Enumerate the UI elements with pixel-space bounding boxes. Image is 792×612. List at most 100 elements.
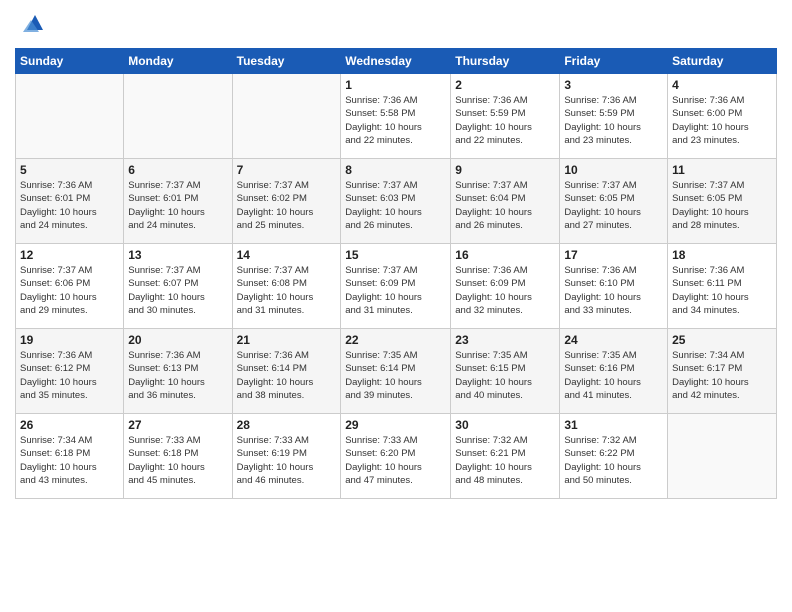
day-info: Sunrise: 7:35 AM Sunset: 6:14 PM Dayligh…: [345, 349, 446, 402]
day-info: Sunrise: 7:35 AM Sunset: 6:16 PM Dayligh…: [564, 349, 663, 402]
calendar-cell: 24 Sunrise: 7:35 AM Sunset: 6:16 PM Dayli…: [560, 329, 668, 414]
day-number: 31: [564, 418, 663, 432]
calendar-cell: [124, 74, 232, 159]
day-number: 30: [455, 418, 555, 432]
day-info: Sunrise: 7:37 AM Sunset: 6:06 PM Dayligh…: [20, 264, 119, 317]
weekday-header: Tuesday: [232, 49, 341, 74]
day-info: Sunrise: 7:36 AM Sunset: 6:09 PM Dayligh…: [455, 264, 555, 317]
day-info: Sunrise: 7:32 AM Sunset: 6:22 PM Dayligh…: [564, 434, 663, 487]
calendar-cell: 7 Sunrise: 7:37 AM Sunset: 6:02 PM Daylig…: [232, 159, 341, 244]
calendar-cell: 8 Sunrise: 7:37 AM Sunset: 6:03 PM Daylig…: [341, 159, 451, 244]
day-info: Sunrise: 7:37 AM Sunset: 6:03 PM Dayligh…: [345, 179, 446, 232]
calendar-cell: 5 Sunrise: 7:36 AM Sunset: 6:01 PM Daylig…: [16, 159, 124, 244]
day-info: Sunrise: 7:33 AM Sunset: 6:20 PM Dayligh…: [345, 434, 446, 487]
calendar-cell: [232, 74, 341, 159]
day-number: 22: [345, 333, 446, 347]
weekday-header: Monday: [124, 49, 232, 74]
header: [15, 10, 777, 40]
day-number: 29: [345, 418, 446, 432]
calendar-week-row: 1 Sunrise: 7:36 AM Sunset: 5:58 PM Daylig…: [16, 74, 777, 159]
day-info: Sunrise: 7:36 AM Sunset: 5:58 PM Dayligh…: [345, 94, 446, 147]
calendar-cell: 27Sunrise: 7:33 AM Sunset: 6:18 PM Dayli…: [124, 414, 232, 499]
day-info: Sunrise: 7:36 AM Sunset: 6:14 PM Dayligh…: [237, 349, 337, 402]
day-info: Sunrise: 7:37 AM Sunset: 6:01 PM Dayligh…: [128, 179, 227, 232]
day-info: Sunrise: 7:37 AM Sunset: 6:07 PM Dayligh…: [128, 264, 227, 317]
calendar-cell: 10Sunrise: 7:37 AM Sunset: 6:05 PM Dayli…: [560, 159, 668, 244]
day-info: Sunrise: 7:36 AM Sunset: 6:11 PM Dayligh…: [672, 264, 772, 317]
day-number: 11: [672, 163, 772, 177]
calendar-cell: 31 Sunrise: 7:32 AM Sunset: 6:22 PM Dayli…: [560, 414, 668, 499]
day-number: 21: [237, 333, 337, 347]
day-info: Sunrise: 7:36 AM Sunset: 6:01 PM Dayligh…: [20, 179, 119, 232]
day-number: 25: [672, 333, 772, 347]
calendar-week-row: 26Sunrise: 7:34 AM Sunset: 6:18 PM Dayli…: [16, 414, 777, 499]
calendar-cell: 19 Sunrise: 7:36 AM Sunset: 6:12 PM Dayli…: [16, 329, 124, 414]
calendar-cell: 14 Sunrise: 7:37 AM Sunset: 6:08 PM Dayli…: [232, 244, 341, 329]
day-number: 3: [564, 78, 663, 92]
logo-icon: [15, 10, 45, 40]
day-info: Sunrise: 7:36 AM Sunset: 5:59 PM Dayligh…: [564, 94, 663, 147]
day-number: 19: [20, 333, 119, 347]
weekday-header-row: SundayMondayTuesdayWednesdayThursdayFrid…: [16, 49, 777, 74]
day-info: Sunrise: 7:33 AM Sunset: 6:19 PM Dayligh…: [237, 434, 337, 487]
logo: [15, 10, 49, 40]
calendar-cell: 6Sunrise: 7:37 AM Sunset: 6:01 PM Daylig…: [124, 159, 232, 244]
calendar-cell: 23Sunrise: 7:35 AM Sunset: 6:15 PM Dayli…: [451, 329, 560, 414]
day-number: 4: [672, 78, 772, 92]
day-info: Sunrise: 7:37 AM Sunset: 6:04 PM Dayligh…: [455, 179, 555, 232]
calendar-table: SundayMondayTuesdayWednesdayThursdayFrid…: [15, 48, 777, 499]
day-number: 8: [345, 163, 446, 177]
day-info: Sunrise: 7:37 AM Sunset: 6:08 PM Dayligh…: [237, 264, 337, 317]
day-info: Sunrise: 7:36 AM Sunset: 5:59 PM Dayligh…: [455, 94, 555, 147]
day-number: 9: [455, 163, 555, 177]
calendar-cell: 30 Sunrise: 7:32 AM Sunset: 6:21 PM Dayli…: [451, 414, 560, 499]
day-number: 13: [128, 248, 227, 262]
calendar-cell: 1 Sunrise: 7:36 AM Sunset: 5:58 PM Daylig…: [341, 74, 451, 159]
day-info: Sunrise: 7:35 AM Sunset: 6:15 PM Dayligh…: [455, 349, 555, 402]
day-number: 1: [345, 78, 446, 92]
calendar-cell: 2 Sunrise: 7:36 AM Sunset: 5:59 PM Daylig…: [451, 74, 560, 159]
calendar-cell: 3 Sunrise: 7:36 AM Sunset: 5:59 PM Daylig…: [560, 74, 668, 159]
calendar-cell: 17 Sunrise: 7:36 AM Sunset: 6:10 PM Dayli…: [560, 244, 668, 329]
calendar-cell: [16, 74, 124, 159]
calendar-cell: [668, 414, 777, 499]
day-number: 18: [672, 248, 772, 262]
calendar-cell: 21 Sunrise: 7:36 AM Sunset: 6:14 PM Dayli…: [232, 329, 341, 414]
weekday-header: Saturday: [668, 49, 777, 74]
calendar-week-row: 5 Sunrise: 7:36 AM Sunset: 6:01 PM Daylig…: [16, 159, 777, 244]
day-number: 28: [237, 418, 337, 432]
day-info: Sunrise: 7:37 AM Sunset: 6:02 PM Dayligh…: [237, 179, 337, 232]
calendar-cell: 29 Sunrise: 7:33 AM Sunset: 6:20 PM Dayli…: [341, 414, 451, 499]
calendar-cell: 20Sunrise: 7:36 AM Sunset: 6:13 PM Dayli…: [124, 329, 232, 414]
calendar-cell: 28 Sunrise: 7:33 AM Sunset: 6:19 PM Dayli…: [232, 414, 341, 499]
day-number: 2: [455, 78, 555, 92]
page: SundayMondayTuesdayWednesdayThursdayFrid…: [0, 0, 792, 612]
day-info: Sunrise: 7:36 AM Sunset: 6:12 PM Dayligh…: [20, 349, 119, 402]
calendar-cell: 9 Sunrise: 7:37 AM Sunset: 6:04 PM Daylig…: [451, 159, 560, 244]
day-number: 7: [237, 163, 337, 177]
day-info: Sunrise: 7:36 AM Sunset: 6:10 PM Dayligh…: [564, 264, 663, 317]
calendar-cell: 15 Sunrise: 7:37 AM Sunset: 6:09 PM Dayli…: [341, 244, 451, 329]
day-number: 26: [20, 418, 119, 432]
day-number: 16: [455, 248, 555, 262]
calendar-week-row: 19 Sunrise: 7:36 AM Sunset: 6:12 PM Dayli…: [16, 329, 777, 414]
day-info: Sunrise: 7:37 AM Sunset: 6:09 PM Dayligh…: [345, 264, 446, 317]
calendar-cell: 4 Sunrise: 7:36 AM Sunset: 6:00 PM Daylig…: [668, 74, 777, 159]
day-info: Sunrise: 7:37 AM Sunset: 6:05 PM Dayligh…: [672, 179, 772, 232]
day-info: Sunrise: 7:36 AM Sunset: 6:00 PM Dayligh…: [672, 94, 772, 147]
day-number: 17: [564, 248, 663, 262]
weekday-header: Friday: [560, 49, 668, 74]
day-info: Sunrise: 7:37 AM Sunset: 6:05 PM Dayligh…: [564, 179, 663, 232]
calendar-cell: 22 Sunrise: 7:35 AM Sunset: 6:14 PM Dayli…: [341, 329, 451, 414]
day-number: 14: [237, 248, 337, 262]
calendar-cell: 25Sunrise: 7:34 AM Sunset: 6:17 PM Dayli…: [668, 329, 777, 414]
calendar-cell: 26Sunrise: 7:34 AM Sunset: 6:18 PM Dayli…: [16, 414, 124, 499]
day-number: 5: [20, 163, 119, 177]
weekday-header: Wednesday: [341, 49, 451, 74]
day-number: 12: [20, 248, 119, 262]
day-number: 24: [564, 333, 663, 347]
calendar-cell: 11 Sunrise: 7:37 AM Sunset: 6:05 PM Dayli…: [668, 159, 777, 244]
day-info: Sunrise: 7:32 AM Sunset: 6:21 PM Dayligh…: [455, 434, 555, 487]
calendar-cell: 12 Sunrise: 7:37 AM Sunset: 6:06 PM Dayli…: [16, 244, 124, 329]
day-number: 15: [345, 248, 446, 262]
